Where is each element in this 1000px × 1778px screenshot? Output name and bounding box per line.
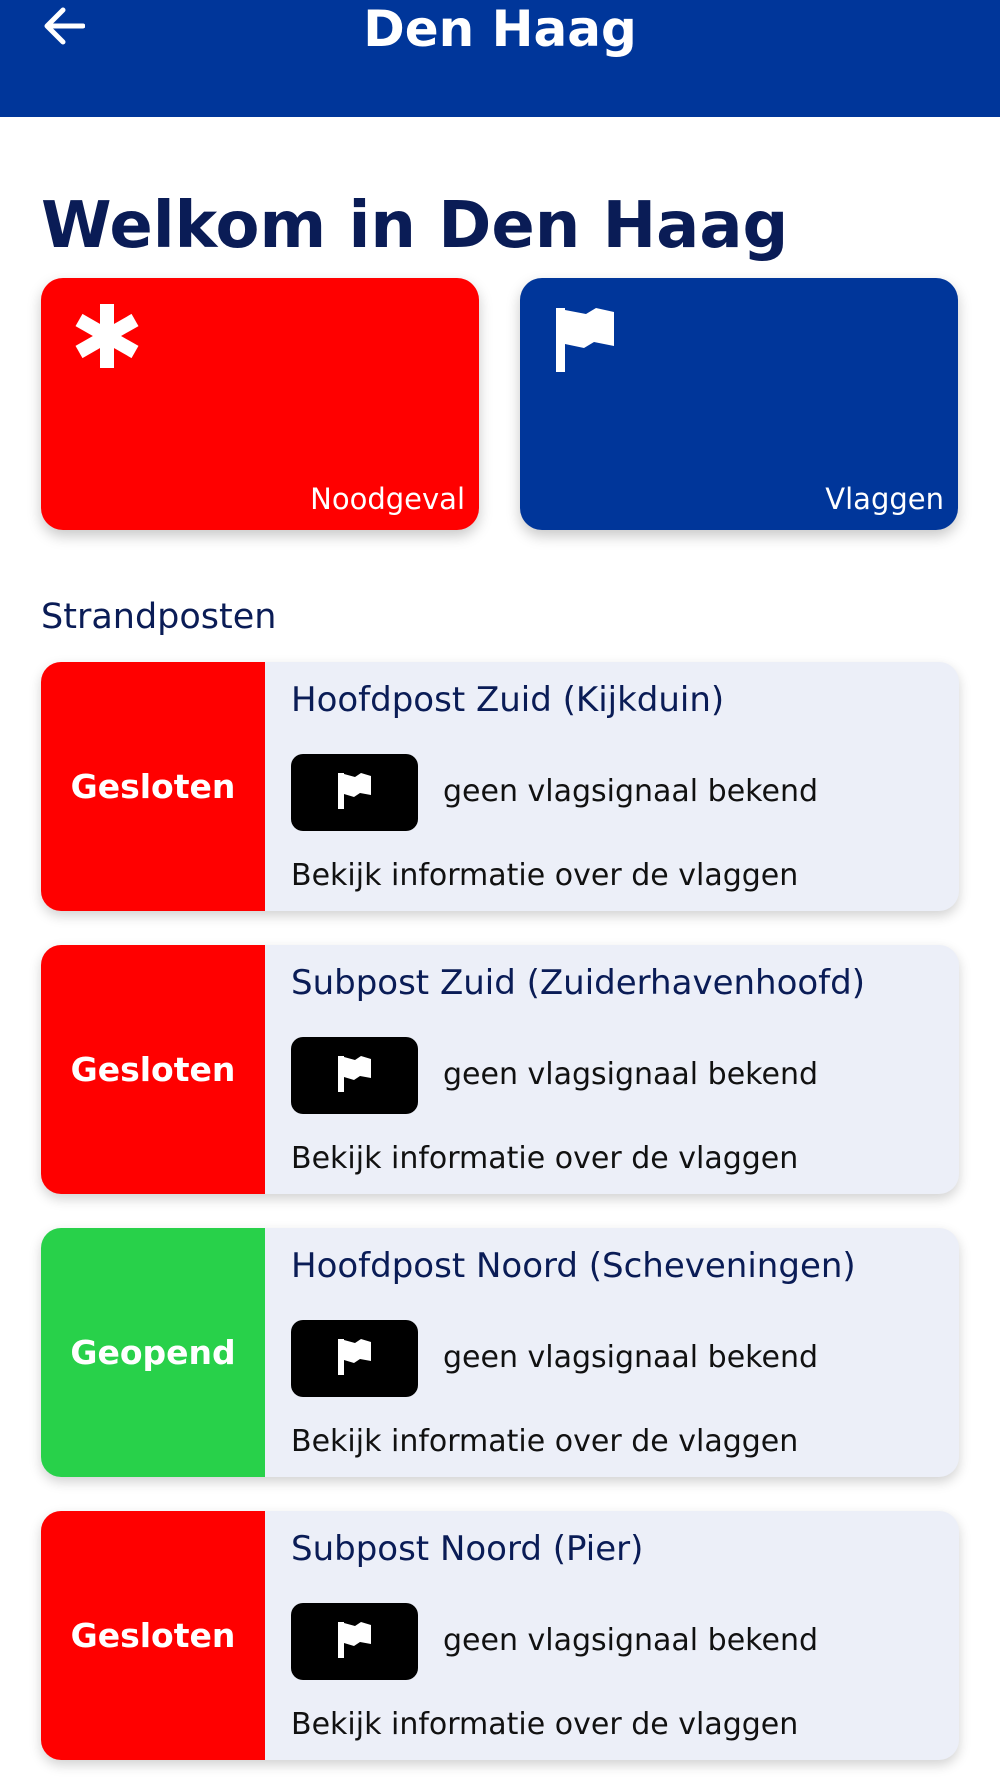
flag-icon xyxy=(337,1055,372,1096)
flag-signal-text: geen vlagsignaal bekend xyxy=(443,1057,818,1092)
flag-signal-box xyxy=(291,1037,418,1114)
beach-post-card[interactable]: Gesloten Hoofdpost Zuid (Kijkduin) geen … xyxy=(41,662,959,911)
status-badge: Gesloten xyxy=(41,662,265,911)
beach-post-card[interactable]: Geopend Hoofdpost Noord (Scheveningen) g… xyxy=(41,1228,959,1477)
flag-signal-box xyxy=(291,1320,418,1397)
flag-info-link[interactable]: Bekijk informatie over de vlaggen xyxy=(291,856,798,896)
flag-icon xyxy=(337,772,372,813)
post-name: Subpost Zuid (Zuiderhavenhoofd) xyxy=(291,963,865,1003)
page-title: Den Haag xyxy=(363,0,637,58)
post-name: Subpost Noord (Pier) xyxy=(291,1529,644,1569)
beach-post-card[interactable]: Gesloten Subpost Noord (Pier) geen vlags… xyxy=(41,1511,959,1760)
top-app-bar: Den Haag xyxy=(0,0,1000,117)
flag-signal-box xyxy=(291,1603,418,1680)
post-name: Hoofdpost Noord (Scheveningen) xyxy=(291,1246,856,1286)
flag-icon xyxy=(337,1621,372,1662)
asterisk-icon xyxy=(71,300,143,376)
flag-icon xyxy=(337,1338,372,1379)
flag-signal-box xyxy=(291,754,418,831)
beach-post-card[interactable]: Gesloten Subpost Zuid (Zuiderhavenhoofd)… xyxy=(41,945,959,1194)
emergency-label: Noodgeval xyxy=(310,482,465,516)
status-badge: Geopend xyxy=(41,1228,265,1477)
status-badge: Gesloten xyxy=(41,1511,265,1760)
status-badge: Gesloten xyxy=(41,945,265,1194)
flags-tile[interactable]: Vlaggen xyxy=(520,278,958,530)
flag-info-link[interactable]: Bekijk informatie over de vlaggen xyxy=(291,1139,798,1179)
welcome-heading: Welkom in Den Haag xyxy=(41,189,789,263)
flags-label: Vlaggen xyxy=(825,482,944,516)
flag-info-link[interactable]: Bekijk informatie over de vlaggen xyxy=(291,1705,798,1745)
section-title: Strandposten xyxy=(41,597,277,637)
flag-info-link[interactable]: Bekijk informatie over de vlaggen xyxy=(291,1422,798,1462)
flag-signal-text: geen vlagsignaal bekend xyxy=(443,1340,818,1375)
flag-signal-text: geen vlagsignaal bekend xyxy=(443,774,818,809)
post-name: Hoofdpost Zuid (Kijkduin) xyxy=(291,680,725,720)
flag-icon xyxy=(556,308,616,376)
flag-signal-text: geen vlagsignaal bekend xyxy=(443,1623,818,1658)
emergency-tile[interactable]: Noodgeval xyxy=(41,278,479,530)
